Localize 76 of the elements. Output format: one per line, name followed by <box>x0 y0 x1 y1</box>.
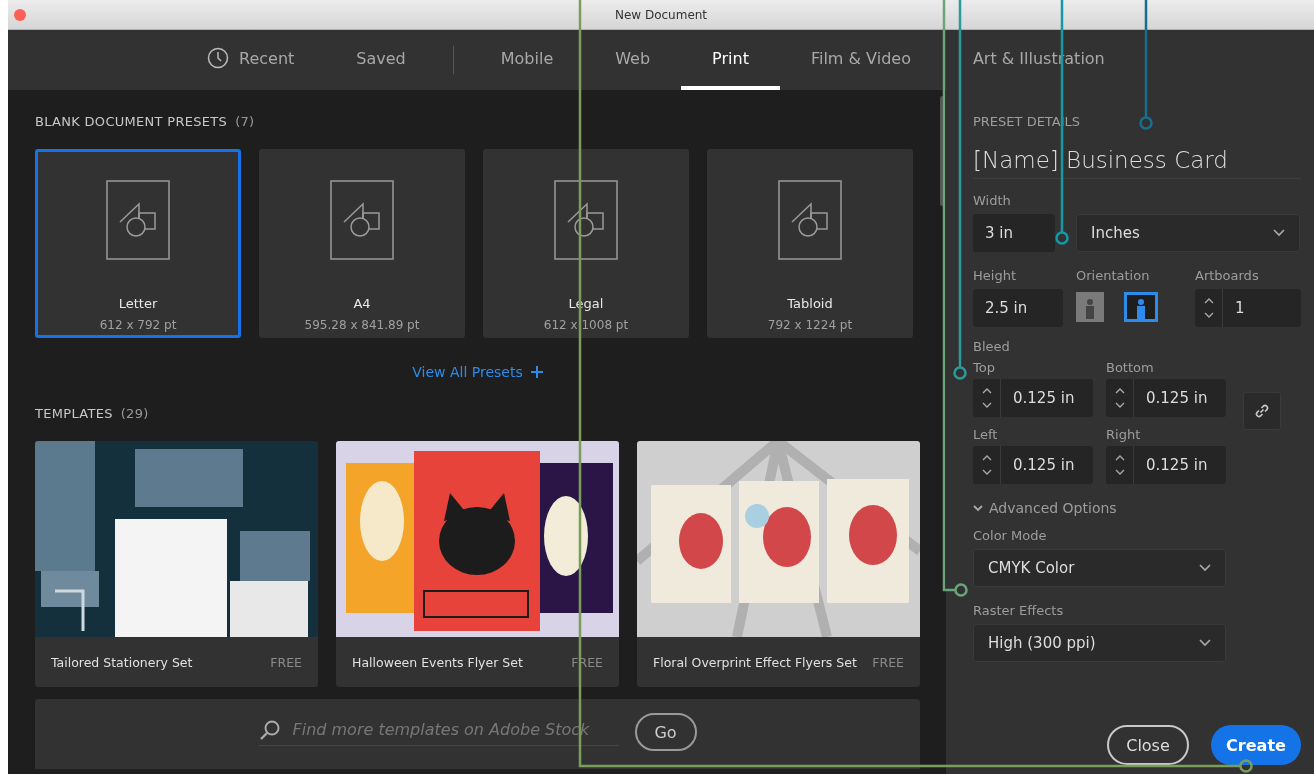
bleed-value[interactable]: 0.125 in <box>1134 456 1220 474</box>
bleed-value[interactable]: 0.125 in <box>1134 389 1220 407</box>
bleed-value[interactable]: 0.125 in <box>1001 456 1087 474</box>
preset-size: 612 x 792 pt <box>99 318 177 332</box>
template-count: (29) <box>120 406 149 421</box>
chevron-down-icon <box>1199 564 1211 572</box>
color-mode-dropdown[interactable]: CMYK Color <box>973 549 1226 587</box>
stepper-arrows-icon[interactable] <box>1114 387 1125 409</box>
document-shapes-icon <box>330 180 394 260</box>
template-price: FREE <box>872 654 904 670</box>
artboards-value[interactable]: 1 <box>1223 299 1257 317</box>
field-label: Orientation <box>1076 268 1151 283</box>
landscape-button[interactable] <box>1124 291 1158 323</box>
category-tab[interactable]: Saved <box>325 30 437 90</box>
document-shapes-icon <box>106 180 170 260</box>
units-dropdown[interactable]: Inches <box>1076 214 1300 252</box>
stepper-arrows-icon[interactable] <box>981 454 992 476</box>
field-label: Bleed <box>973 339 1011 354</box>
search-icon <box>258 718 281 741</box>
scrollbar-thumb[interactable] <box>940 96 945 206</box>
category-tab[interactable]: Print <box>681 30 780 90</box>
close-button[interactable]: Close <box>1107 725 1189 765</box>
bleed-value[interactable]: 0.125 in <box>1001 389 1087 407</box>
stepper-arrows-icon[interactable] <box>981 387 992 409</box>
template-card[interactable]: Floral Overprint Effect Flyers Set FREE <box>637 441 920 687</box>
field-label: Color Mode <box>973 528 1048 543</box>
preset-size: 612 x 1008 pt <box>543 318 629 332</box>
template-price: FREE <box>270 654 302 670</box>
clock-icon <box>207 47 229 69</box>
width-field[interactable]: 3 in <box>973 214 1055 252</box>
preset-size: 792 x 1224 pt <box>767 318 853 332</box>
height-field[interactable]: 2.5 in <box>973 289 1063 327</box>
field-label: Width <box>973 193 1012 208</box>
chevron-down-icon <box>1199 639 1211 647</box>
field-label: Right <box>1106 427 1142 442</box>
window-title: New Document <box>614 7 708 22</box>
preset-card[interactable]: A4 595.28 x 841.89 pt <box>259 149 465 338</box>
field-label: Artboards <box>1195 268 1260 283</box>
preset-card[interactable]: Tabloid 792 x 1224 pt <box>707 149 913 338</box>
section-heading: TEMPLATES (29) <box>35 406 150 421</box>
template-card[interactable]: Tailored Stationery Set FREE <box>35 441 318 687</box>
field-label: Top <box>973 360 996 375</box>
stepper-arrows-icon[interactable] <box>1203 297 1214 319</box>
plus-icon <box>530 366 543 378</box>
category-tab[interactable]: Mobile <box>469 30 585 90</box>
preset-name: Letter <box>118 296 158 311</box>
document-shapes-icon <box>778 180 842 260</box>
template-name: Tailored Stationery Set <box>51 654 193 670</box>
document-name[interactable]: [Name] Business Card <box>973 147 1301 179</box>
chevron-down-icon <box>1273 229 1285 237</box>
link-icon[interactable] <box>1243 392 1281 430</box>
field-label: Raster Effects <box>973 603 1065 618</box>
preset-card[interactable]: Letter 612 x 792 pt <box>35 149 241 338</box>
template-name: Halloween Events Flyer Set <box>352 654 523 670</box>
chevron-icon <box>973 504 983 512</box>
category-tab[interactable]: Film & Video <box>779 30 942 90</box>
go-button[interactable]: Go <box>634 713 697 751</box>
field-label: Left <box>973 427 999 442</box>
portrait-button[interactable] <box>1076 291 1104 323</box>
field-label: Bottom <box>1106 360 1155 375</box>
view-all-presets-link[interactable]: View All Presets <box>412 364 543 380</box>
preset-name: A4 <box>353 296 371 311</box>
preset-size: 595.28 x 841.89 pt <box>304 318 420 332</box>
preset-count: (7) <box>235 114 255 129</box>
category-tab[interactable]: Recent <box>176 30 326 90</box>
section-heading: BLANK DOCUMENT PRESETS (7) <box>35 114 256 129</box>
raster-effects-dropdown[interactable]: High (300 ppi) <box>973 624 1226 662</box>
create-button[interactable]: Create <box>1211 725 1301 765</box>
stepper-arrows-icon[interactable] <box>1114 454 1125 476</box>
preset-name: Tabloid <box>787 296 833 311</box>
advanced-options-toggle[interactable]: Advanced Options <box>973 500 1301 516</box>
field-label: Height <box>973 268 1017 283</box>
template-name: Floral Overprint Effect Flyers Set <box>653 654 857 670</box>
close-window-dot[interactable] <box>14 9 26 21</box>
document-shapes-icon <box>554 180 618 260</box>
category-tab[interactable]: Web <box>584 30 682 90</box>
